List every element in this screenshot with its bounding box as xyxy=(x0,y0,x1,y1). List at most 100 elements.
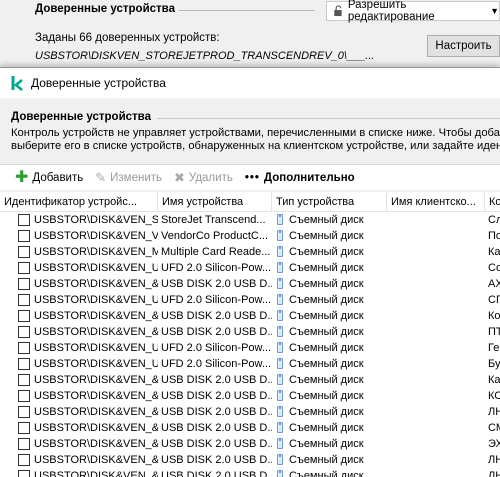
row-checkbox[interactable] xyxy=(18,374,30,386)
device-name-cell: USB DISK 2.0 USB D... xyxy=(161,438,272,450)
device-id: USBSTOR\DISK&VEN_U... xyxy=(34,294,158,306)
table-row[interactable]: USBSTOR\DISK&VEN_U... UFD 2.0 Silicon-Pow… xyxy=(0,292,500,308)
device-type-cell: Съемный диск xyxy=(272,308,387,324)
table-row[interactable]: USBSTOR\DISK&VEN_V... VendorCo ProductC..… xyxy=(0,228,500,244)
allow-edit-label: Разрешить редактирование xyxy=(347,0,435,23)
comment-cell: АХ xyxy=(488,278,500,290)
row-checkbox[interactable] xyxy=(18,214,30,226)
edit-button[interactable]: ✎ Изменить xyxy=(95,171,162,184)
more-button[interactable]: ••• Дополнительно xyxy=(245,172,355,184)
column-header-name[interactable]: Имя устройства xyxy=(158,192,272,211)
table-row[interactable]: USBSTOR\DISK&VEN_U... UFD 2.0 Silicon-Pow… xyxy=(0,340,500,356)
device-type-cell: Съемный диск xyxy=(272,212,387,228)
row-checkbox[interactable] xyxy=(18,230,30,242)
device-type-cell: Съемный диск xyxy=(272,388,387,404)
device-id-cell: USBSTOR\DISK&VEN_&... xyxy=(0,372,158,388)
row-checkbox[interactable] xyxy=(18,422,30,434)
table-row[interactable]: USBSTOR\DISK&VEN_&... USB DISK 2.0 USB D.… xyxy=(0,420,500,436)
client-name-cell xyxy=(387,324,485,340)
row-checkbox[interactable] xyxy=(18,358,30,370)
device-id-cell: USBSTOR\DISK&VEN_&... xyxy=(0,436,158,452)
client-name-cell xyxy=(387,276,485,292)
table-row[interactable]: USBSTOR\DISK&VEN_M... Multiple Card Reade… xyxy=(0,244,500,260)
device-id-cell: USBSTOR\DISK&VEN_U... xyxy=(0,292,158,308)
row-checkbox[interactable] xyxy=(18,262,30,274)
client-name-cell xyxy=(387,372,485,388)
row-checkbox[interactable] xyxy=(18,406,30,418)
allow-edit-dropdown[interactable]: Разрешить редактирование ▼ xyxy=(326,0,500,23)
row-checkbox[interactable] xyxy=(18,310,30,322)
column-header-type[interactable]: Тип устройства xyxy=(272,192,387,211)
comment-cell: Ка xyxy=(488,374,500,386)
table-row[interactable]: USBSTOR\DISK&VEN_&... USB DISK 2.0 USB D.… xyxy=(0,404,500,420)
device-type-cell: Съемный диск xyxy=(272,244,387,260)
delete-label: Удалить xyxy=(188,171,233,184)
row-checkbox[interactable] xyxy=(18,278,30,290)
delete-button[interactable]: ✖ Удалить xyxy=(174,171,233,184)
trusted-device-count: Заданы 66 доверенных устройств: xyxy=(35,32,220,44)
table-row[interactable]: USBSTOR\DISK&VEN_&... USB DISK 2.0 USB D.… xyxy=(0,436,500,452)
table-row[interactable]: USBSTOR\DISK&VEN_U... UFD 2.0 Silicon-Pow… xyxy=(0,356,500,372)
row-checkbox[interactable] xyxy=(18,246,30,258)
device-name-cell: USB DISK 2.0 USB D... xyxy=(161,326,272,338)
device-type: Съемный диск xyxy=(289,262,364,274)
trusted-devices-dialog: Доверенные устройства Доверенные устройс… xyxy=(0,67,500,477)
device-type: Съемный диск xyxy=(289,278,364,290)
device-type: Съемный диск xyxy=(289,310,364,322)
device-id-cell: USBSTOR\DISK&VEN_&... xyxy=(0,308,158,324)
table-row[interactable]: USBSTOR\DISK&VEN_&... USB DISK 2.0 USB D.… xyxy=(0,276,500,292)
table-row[interactable]: USBSTOR\DISK&VEN_&... USB DISK 2.0 USB D.… xyxy=(0,388,500,404)
x-icon: ✖ xyxy=(174,170,185,185)
client-name-cell xyxy=(387,404,485,420)
dialog-titlebar[interactable]: Доверенные устройства xyxy=(0,68,500,98)
add-button[interactable]: ✚ Добавить xyxy=(15,169,84,186)
device-name-cell: USB DISK 2.0 USB D... xyxy=(161,390,272,402)
device-type: Съемный диск xyxy=(289,358,364,370)
device-type-cell: Съемный диск xyxy=(272,340,387,356)
device-type: Съемный диск xyxy=(289,374,364,386)
row-checkbox[interactable] xyxy=(18,342,30,354)
usb-drive-icon xyxy=(277,358,283,369)
usb-drive-icon xyxy=(277,454,283,465)
background-section-title: Доверенные устройства xyxy=(35,3,175,15)
usb-drive-icon xyxy=(277,310,283,321)
comment-cell: Бу xyxy=(488,358,500,370)
device-name-cell: USB DISK 2.0 USB D... xyxy=(161,406,272,418)
comment-cell: Со xyxy=(488,262,500,274)
device-id: USBSTOR\DISK&VEN_&... xyxy=(34,310,158,322)
device-type-cell: Съемный диск xyxy=(272,420,387,436)
table-row[interactable]: USBSTOR\DISK&VEN_S... StoreJet Transcend.… xyxy=(0,212,500,228)
row-checkbox[interactable] xyxy=(18,390,30,402)
table-row[interactable]: USBSTOR\DISK&VEN_&... USB DISK 2.0 USB D.… xyxy=(0,372,500,388)
row-checkbox[interactable] xyxy=(18,438,30,450)
background-left-strip xyxy=(0,22,30,70)
device-type: Съемный диск xyxy=(289,230,364,242)
device-id-cell: USBSTOR\DISK&VEN_&... xyxy=(0,388,158,404)
table-row[interactable]: USBSTOR\DISK&VEN_U... UFD 2.0 Silicon-Pow… xyxy=(0,260,500,276)
column-header-comment[interactable]: Ко xyxy=(485,192,500,211)
device-id: USBSTOR\DISK&VEN_U... xyxy=(34,358,158,370)
usb-drive-icon xyxy=(277,374,283,385)
table-row[interactable]: USBSTOR\DISK&VEN_&... USB DISK 2.0 USB D.… xyxy=(0,324,500,340)
device-id: USBSTOR\DISK&VEN_&... xyxy=(34,278,158,290)
device-name-cell: USB DISK 2.0 USB D... xyxy=(161,422,272,434)
add-label: Добавить xyxy=(32,171,84,184)
column-header-client[interactable]: Имя клиентско... xyxy=(387,192,485,211)
table-row[interactable]: USBSTOR\DISK&VEN_&... USB DISK 2.0 USB D.… xyxy=(0,452,500,468)
client-name-cell xyxy=(387,420,485,436)
client-name-cell xyxy=(387,244,485,260)
section-divider xyxy=(157,118,500,119)
device-id-cell: USBSTOR\DISK&VEN_&... xyxy=(0,420,158,436)
description-line-2: выберите его в списке устройств, обнаруж… xyxy=(11,140,500,152)
row-checkbox[interactable] xyxy=(18,326,30,338)
device-type: Съемный диск xyxy=(289,326,364,338)
table-row[interactable]: USBSTOR\DISK&VEN_&... USB DISK 2.0 USB D.… xyxy=(0,308,500,324)
row-checkbox[interactable] xyxy=(18,454,30,466)
ellipsis-icon: ••• xyxy=(244,171,260,184)
row-checkbox[interactable] xyxy=(18,294,30,306)
column-header-id[interactable]: Идентификатор устройс... xyxy=(0,192,158,211)
device-type: Съемный диск xyxy=(289,294,364,306)
usb-drive-icon xyxy=(277,294,283,305)
device-type: Съемный диск xyxy=(289,406,364,418)
configure-button[interactable]: Настроить xyxy=(427,35,500,57)
